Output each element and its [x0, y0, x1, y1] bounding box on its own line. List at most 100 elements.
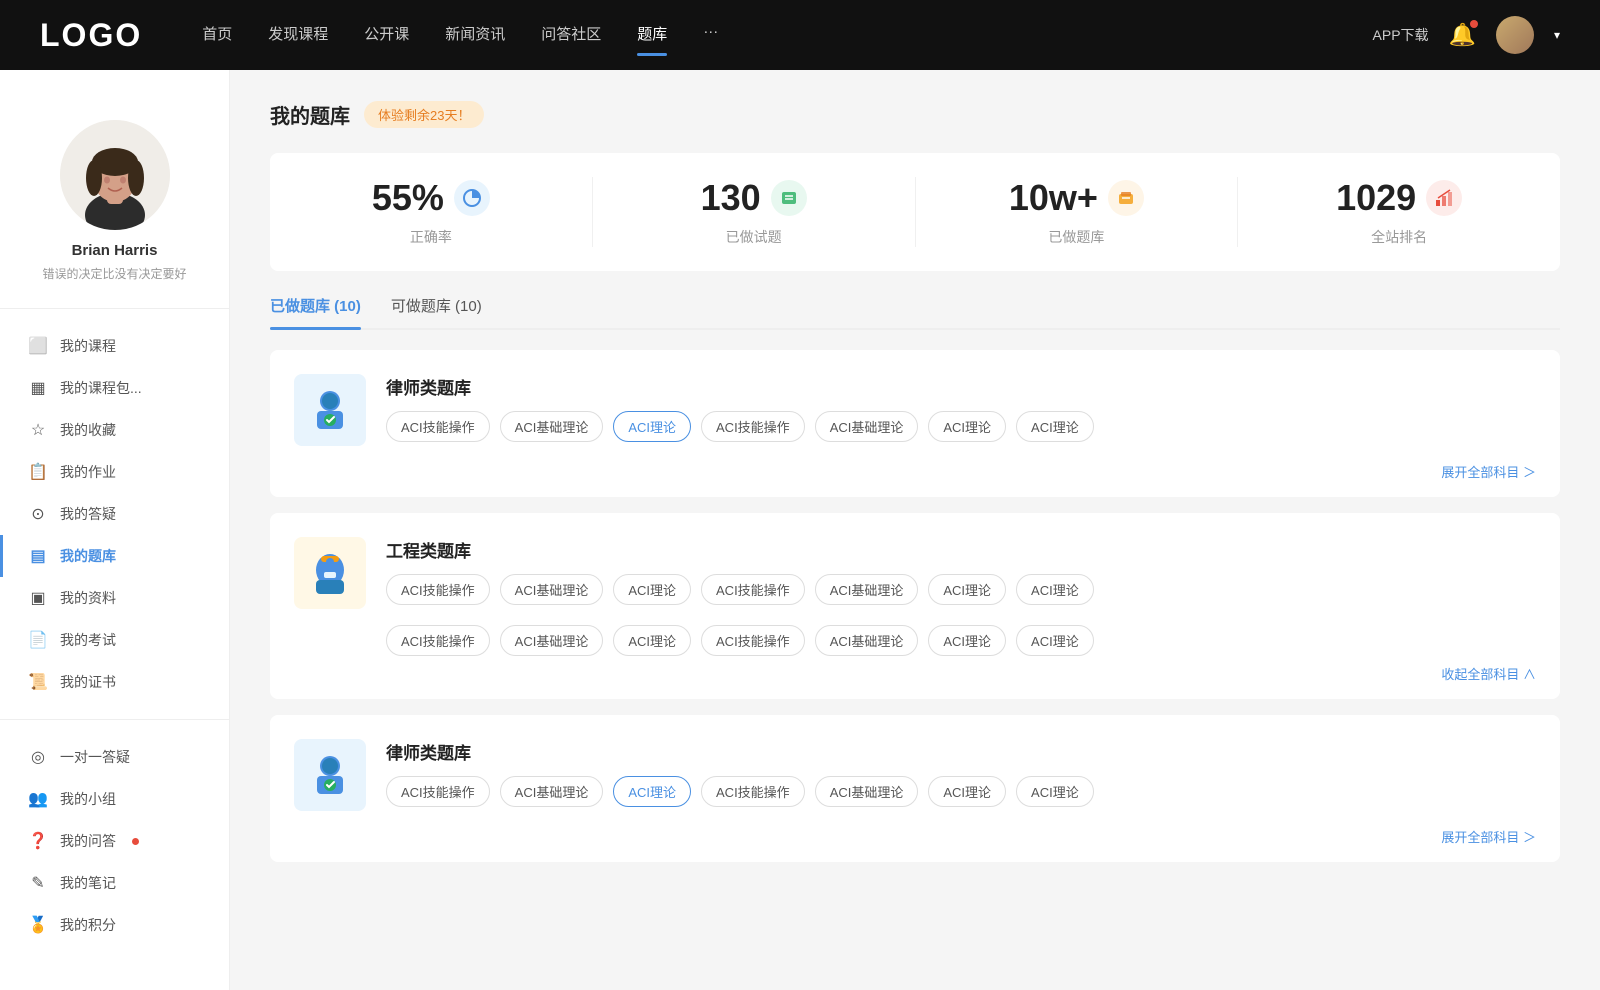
- qbank-tag-active[interactable]: ACI理论: [613, 776, 691, 807]
- sidebar-item-exams[interactable]: 📄 我的考试: [0, 619, 229, 661]
- sidebar-motto: 错误的决定比没有决定要好: [20, 265, 209, 282]
- sidebar-item-label: 我的收藏: [60, 420, 116, 440]
- qbank-title-lawyer-1: 律师类题库: [386, 374, 1536, 399]
- main-content: 我的题库 体验剩余23天！ 55% 正确率 13: [230, 70, 1600, 990]
- qbank-tag[interactable]: ACI技能操作: [701, 776, 805, 807]
- stat-accuracy-main: 55%: [270, 177, 592, 219]
- stat-done-questions: 130 已做试题: [593, 177, 916, 247]
- stat-done-banks-main: 10w+: [916, 177, 1238, 219]
- stat-accuracy: 55% 正确率: [270, 177, 593, 247]
- sidebar-item-favorites[interactable]: ☆ 我的收藏: [0, 409, 229, 451]
- sidebar-profile: Brian Harris 错误的决定比没有决定要好: [0, 100, 229, 292]
- qbank-tag[interactable]: ACI技能操作: [701, 411, 805, 442]
- qbank-tag[interactable]: ACI基础理论: [815, 574, 919, 605]
- nav-link-home[interactable]: 首页: [202, 23, 232, 48]
- nav-link-discover[interactable]: 发现课程: [268, 23, 328, 48]
- points-icon: 🏅: [28, 915, 48, 935]
- sidebar-item-groups[interactable]: 👥 我的小组: [0, 778, 229, 820]
- sidebar-item-course-package[interactable]: ▦ 我的课程包...: [0, 367, 229, 409]
- sidebar-item-materials[interactable]: ▣ 我的资料: [0, 577, 229, 619]
- qbank-tag[interactable]: ACI理论: [1016, 776, 1094, 807]
- qbank-tags-engineer-row2: ACI技能操作 ACI基础理论 ACI理论 ACI技能操作 ACI基础理论 AC…: [294, 625, 1536, 656]
- qbank-tag[interactable]: ACI理论: [928, 776, 1006, 807]
- qbank-collapse-engineer[interactable]: 收起全部科目 ∧: [294, 664, 1536, 683]
- stat-ranking-main: 1029: [1238, 177, 1560, 219]
- qbank-tag[interactable]: ACI理论: [1016, 625, 1094, 656]
- qbank-expand-lawyer-1[interactable]: 展开全部科目 ＞: [294, 462, 1536, 481]
- qbank-tag[interactable]: ACI理论: [1016, 574, 1094, 605]
- sidebar-item-points[interactable]: 🏅 我的积分: [0, 904, 229, 946]
- sidebar-item-label: 我的笔记: [60, 873, 116, 893]
- qbank-tag[interactable]: ACI基础理论: [815, 411, 919, 442]
- exams-icon: 📄: [28, 630, 48, 650]
- qbank-tag[interactable]: ACI基础理论: [500, 411, 604, 442]
- stat-done-banks-value: 10w+: [1009, 177, 1098, 219]
- qbank-header-lawyer-2: 律师类题库 ACI技能操作 ACI基础理论 ACI理论 ACI技能操作 ACI基…: [294, 739, 1536, 811]
- qbank-title-lawyer-2: 律师类题库: [386, 739, 1536, 764]
- qbank-tag[interactable]: ACI技能操作: [386, 776, 490, 807]
- sidebar-item-notes[interactable]: ✎ 我的笔记: [0, 862, 229, 904]
- stat-accuracy-label: 正确率: [270, 227, 592, 247]
- sidebar-item-label: 我的资料: [60, 588, 116, 608]
- nav-link-more[interactable]: ···: [703, 23, 718, 48]
- sidebar-item-label: 我的题库: [60, 546, 116, 566]
- qbank-tag[interactable]: ACI理论: [928, 574, 1006, 605]
- qbank-tag[interactable]: ACI技能操作: [386, 411, 490, 442]
- tab-available-banks[interactable]: 可做题库 (10): [391, 295, 482, 328]
- qbank-tag[interactable]: ACI基础理论: [815, 776, 919, 807]
- sidebar-item-questionbank[interactable]: ▤ 我的题库: [0, 535, 229, 577]
- qbank-tag[interactable]: ACI基础理论: [500, 625, 604, 656]
- qbank-tag[interactable]: ACI理论: [928, 625, 1006, 656]
- sidebar-item-my-qa[interactable]: ❓ 我的问答: [0, 820, 229, 862]
- done-banks-icon: [1108, 180, 1144, 216]
- qbank-tags-lawyer-1: ACI技能操作 ACI基础理论 ACI理论 ACI技能操作 ACI基础理论 AC…: [386, 411, 1536, 442]
- nav-link-questionbank[interactable]: 题库: [637, 23, 667, 48]
- qbank-tag[interactable]: ACI基础理论: [815, 625, 919, 656]
- qbank-header-engineer: 工程类题库 ACI技能操作 ACI基础理论 ACI理论 ACI技能操作 ACI基…: [294, 537, 1536, 609]
- questions-icon: ⊙: [28, 504, 48, 524]
- qbank-tag[interactable]: ACI理论: [1016, 411, 1094, 442]
- qbank-tag[interactable]: ACI技能操作: [701, 574, 805, 605]
- stat-ranking-value: 1029: [1336, 177, 1416, 219]
- qbank-expand-lawyer-2[interactable]: 展开全部科目 ＞: [294, 827, 1536, 846]
- qbank-tag[interactable]: ACI技能操作: [386, 625, 490, 656]
- sidebar-username: Brian Harris: [20, 242, 209, 259]
- nav-avatar[interactable]: [1496, 16, 1534, 54]
- nav-chevron-icon[interactable]: ▾: [1554, 28, 1560, 42]
- accuracy-icon: [454, 180, 490, 216]
- qbank-tag[interactable]: ACI理论: [928, 411, 1006, 442]
- sidebar-item-homework[interactable]: 📋 我的作业: [0, 451, 229, 493]
- notes-icon: ✎: [28, 873, 48, 893]
- sidebar-item-label: 我的答疑: [60, 504, 116, 524]
- qbank-tag[interactable]: ACI基础理论: [500, 776, 604, 807]
- sidebar-item-label: 我的积分: [60, 915, 116, 935]
- sidebar-item-my-courses[interactable]: ⬜ 我的课程: [0, 325, 229, 367]
- tab-done-banks[interactable]: 已做题库 (10): [270, 295, 361, 328]
- qbank-tag-active[interactable]: ACI理论: [613, 411, 691, 442]
- my-qa-icon: ❓: [28, 831, 48, 851]
- nav-link-open[interactable]: 公开课: [364, 23, 409, 48]
- qbank-icon-engineer: [294, 537, 366, 609]
- nav-bell-button[interactable]: 🔔: [1449, 22, 1476, 48]
- nav-logo[interactable]: LOGO: [40, 17, 142, 54]
- qbank-card-lawyer-1: 律师类题库 ACI技能操作 ACI基础理论 ACI理论 ACI技能操作 ACI基…: [270, 350, 1560, 497]
- bell-notification-dot: [1470, 20, 1478, 28]
- questionbank-icon: ▤: [28, 546, 48, 566]
- sidebar-item-questions[interactable]: ⊙ 我的答疑: [0, 493, 229, 535]
- qbank-tag[interactable]: ACI基础理论: [500, 574, 604, 605]
- qbank-tag[interactable]: ACI技能操作: [701, 625, 805, 656]
- qbank-tag[interactable]: ACI技能操作: [386, 574, 490, 605]
- ranking-icon: [1426, 180, 1462, 216]
- qbank-icon-lawyer-2: [294, 739, 366, 811]
- sidebar-item-certificates[interactable]: 📜 我的证书: [0, 661, 229, 703]
- qbank-tag[interactable]: ACI理论: [613, 574, 691, 605]
- sidebar-avatar: [60, 120, 170, 230]
- sidebar-menu: ⬜ 我的课程 ▦ 我的课程包... ☆ 我的收藏 📋 我的作业 ⊙ 我的答疑 ▤: [0, 325, 229, 946]
- nav-link-qa[interactable]: 问答社区: [541, 23, 601, 48]
- sidebar-item-one-on-one[interactable]: ◎ 一对一答疑: [0, 736, 229, 778]
- qbank-tag[interactable]: ACI理论: [613, 625, 691, 656]
- nav-app-download[interactable]: APP下载: [1373, 25, 1429, 45]
- nav-link-news[interactable]: 新闻资讯: [445, 23, 505, 48]
- stat-ranking: 1029 全站排名: [1238, 177, 1560, 247]
- trial-badge: 体验剩余23天！: [364, 101, 484, 128]
